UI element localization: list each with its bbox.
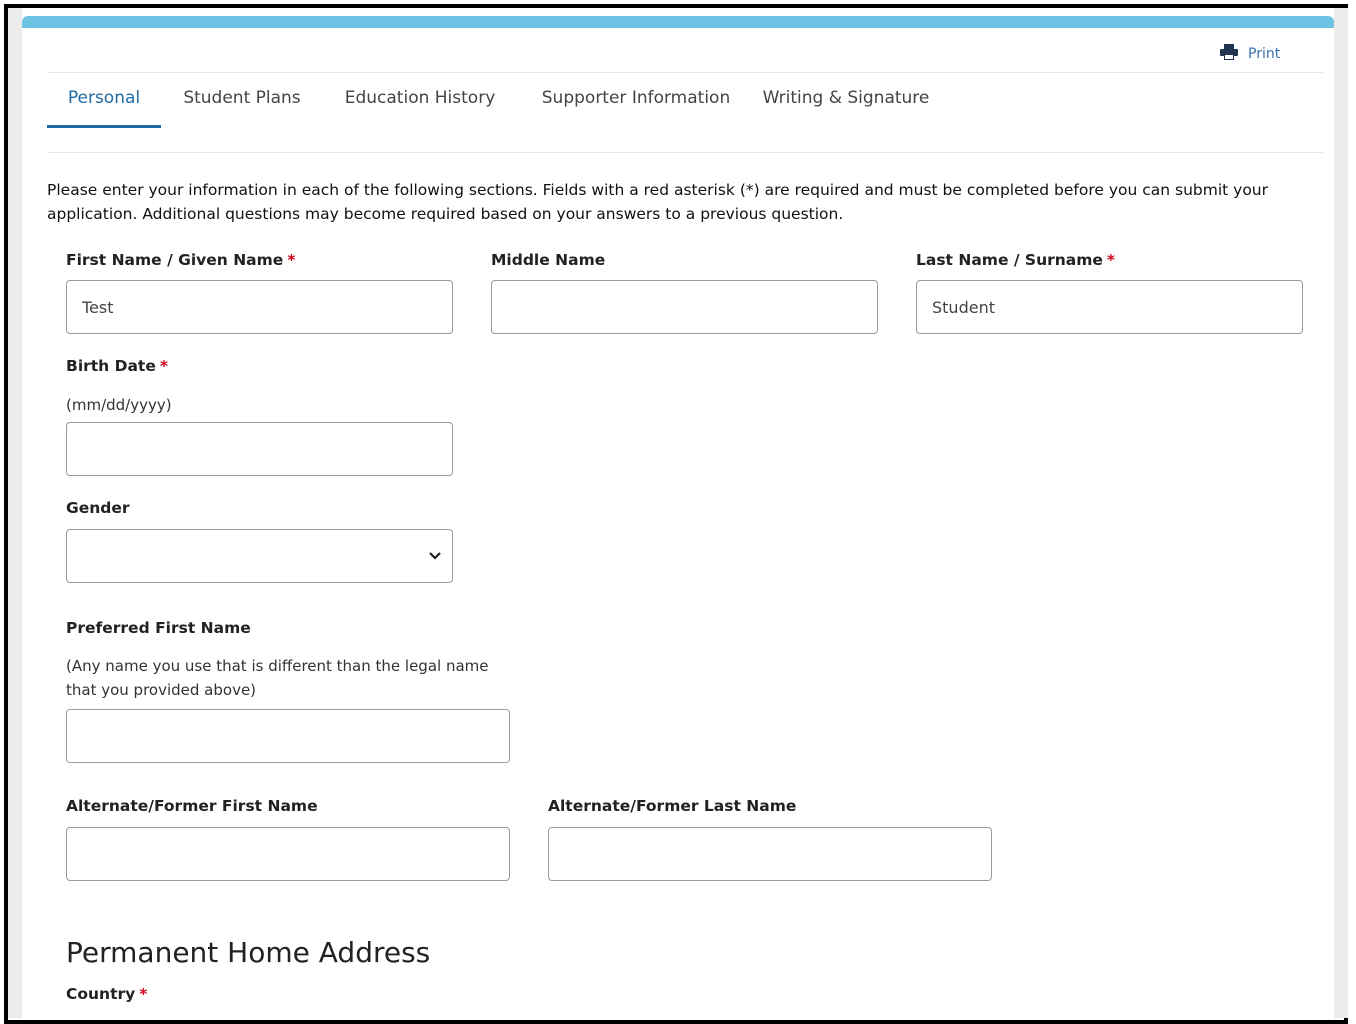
country-label: Country * (66, 985, 148, 1003)
right-gutter (1334, 8, 1348, 1018)
alt-last-name-input[interactable] (548, 827, 992, 881)
gender-label: Gender (66, 499, 130, 517)
birth-date-label: Birth Date * (66, 357, 168, 375)
required-asterisk: * (287, 251, 296, 269)
required-asterisk: * (159, 357, 168, 375)
print-label: Print (1248, 46, 1281, 62)
alt-first-name-input[interactable] (66, 827, 510, 881)
last-name-label: Last Name / Surname * (916, 251, 1116, 269)
tab-education-history[interactable]: Education History (323, 80, 517, 128)
left-gutter (8, 8, 22, 1018)
alt-last-name-label: Alternate/Former Last Name (548, 797, 797, 815)
tabs-divider (47, 152, 1323, 153)
middle-name-input[interactable] (491, 280, 878, 334)
instructions-text: Please enter your information in each of… (47, 181, 1268, 223)
tab-personal[interactable]: Personal (47, 80, 161, 128)
required-asterisk: * (1106, 251, 1116, 269)
tab-student-plans[interactable]: Student Plans (161, 80, 323, 128)
permanent-home-address-heading: Permanent Home Address (66, 936, 431, 969)
printer-icon (1220, 44, 1238, 64)
print-button[interactable]: Print (1220, 44, 1280, 64)
preferred-first-name-label: Preferred First Name (66, 619, 251, 637)
required-asterisk: * (139, 985, 148, 1003)
last-name-input[interactable]: Student (916, 280, 1303, 334)
first-name-input[interactable]: Test (66, 280, 453, 334)
alt-first-name-label: Alternate/Former First Name (66, 797, 318, 815)
preferred-first-name-input[interactable] (66, 709, 510, 763)
first-name-label: First Name / Given Name * (66, 251, 296, 269)
header-divider (47, 72, 1323, 73)
birth-date-hint: (mm/dd/yyyy) (66, 396, 172, 414)
gender-select[interactable] (66, 529, 453, 583)
chevron-down-icon (429, 552, 441, 560)
accent-bar (22, 16, 1334, 28)
section-tabs: Personal Student Plans Education History… (47, 80, 937, 128)
preferred-first-name-hint: (Any name you use that is different than… (66, 657, 489, 699)
tab-supporter-information[interactable]: Supporter Information (517, 80, 755, 128)
middle-name-label: Middle Name (491, 251, 606, 269)
tab-writing-signature[interactable]: Writing & Signature (755, 80, 937, 128)
birth-date-input[interactable] (66, 422, 453, 476)
